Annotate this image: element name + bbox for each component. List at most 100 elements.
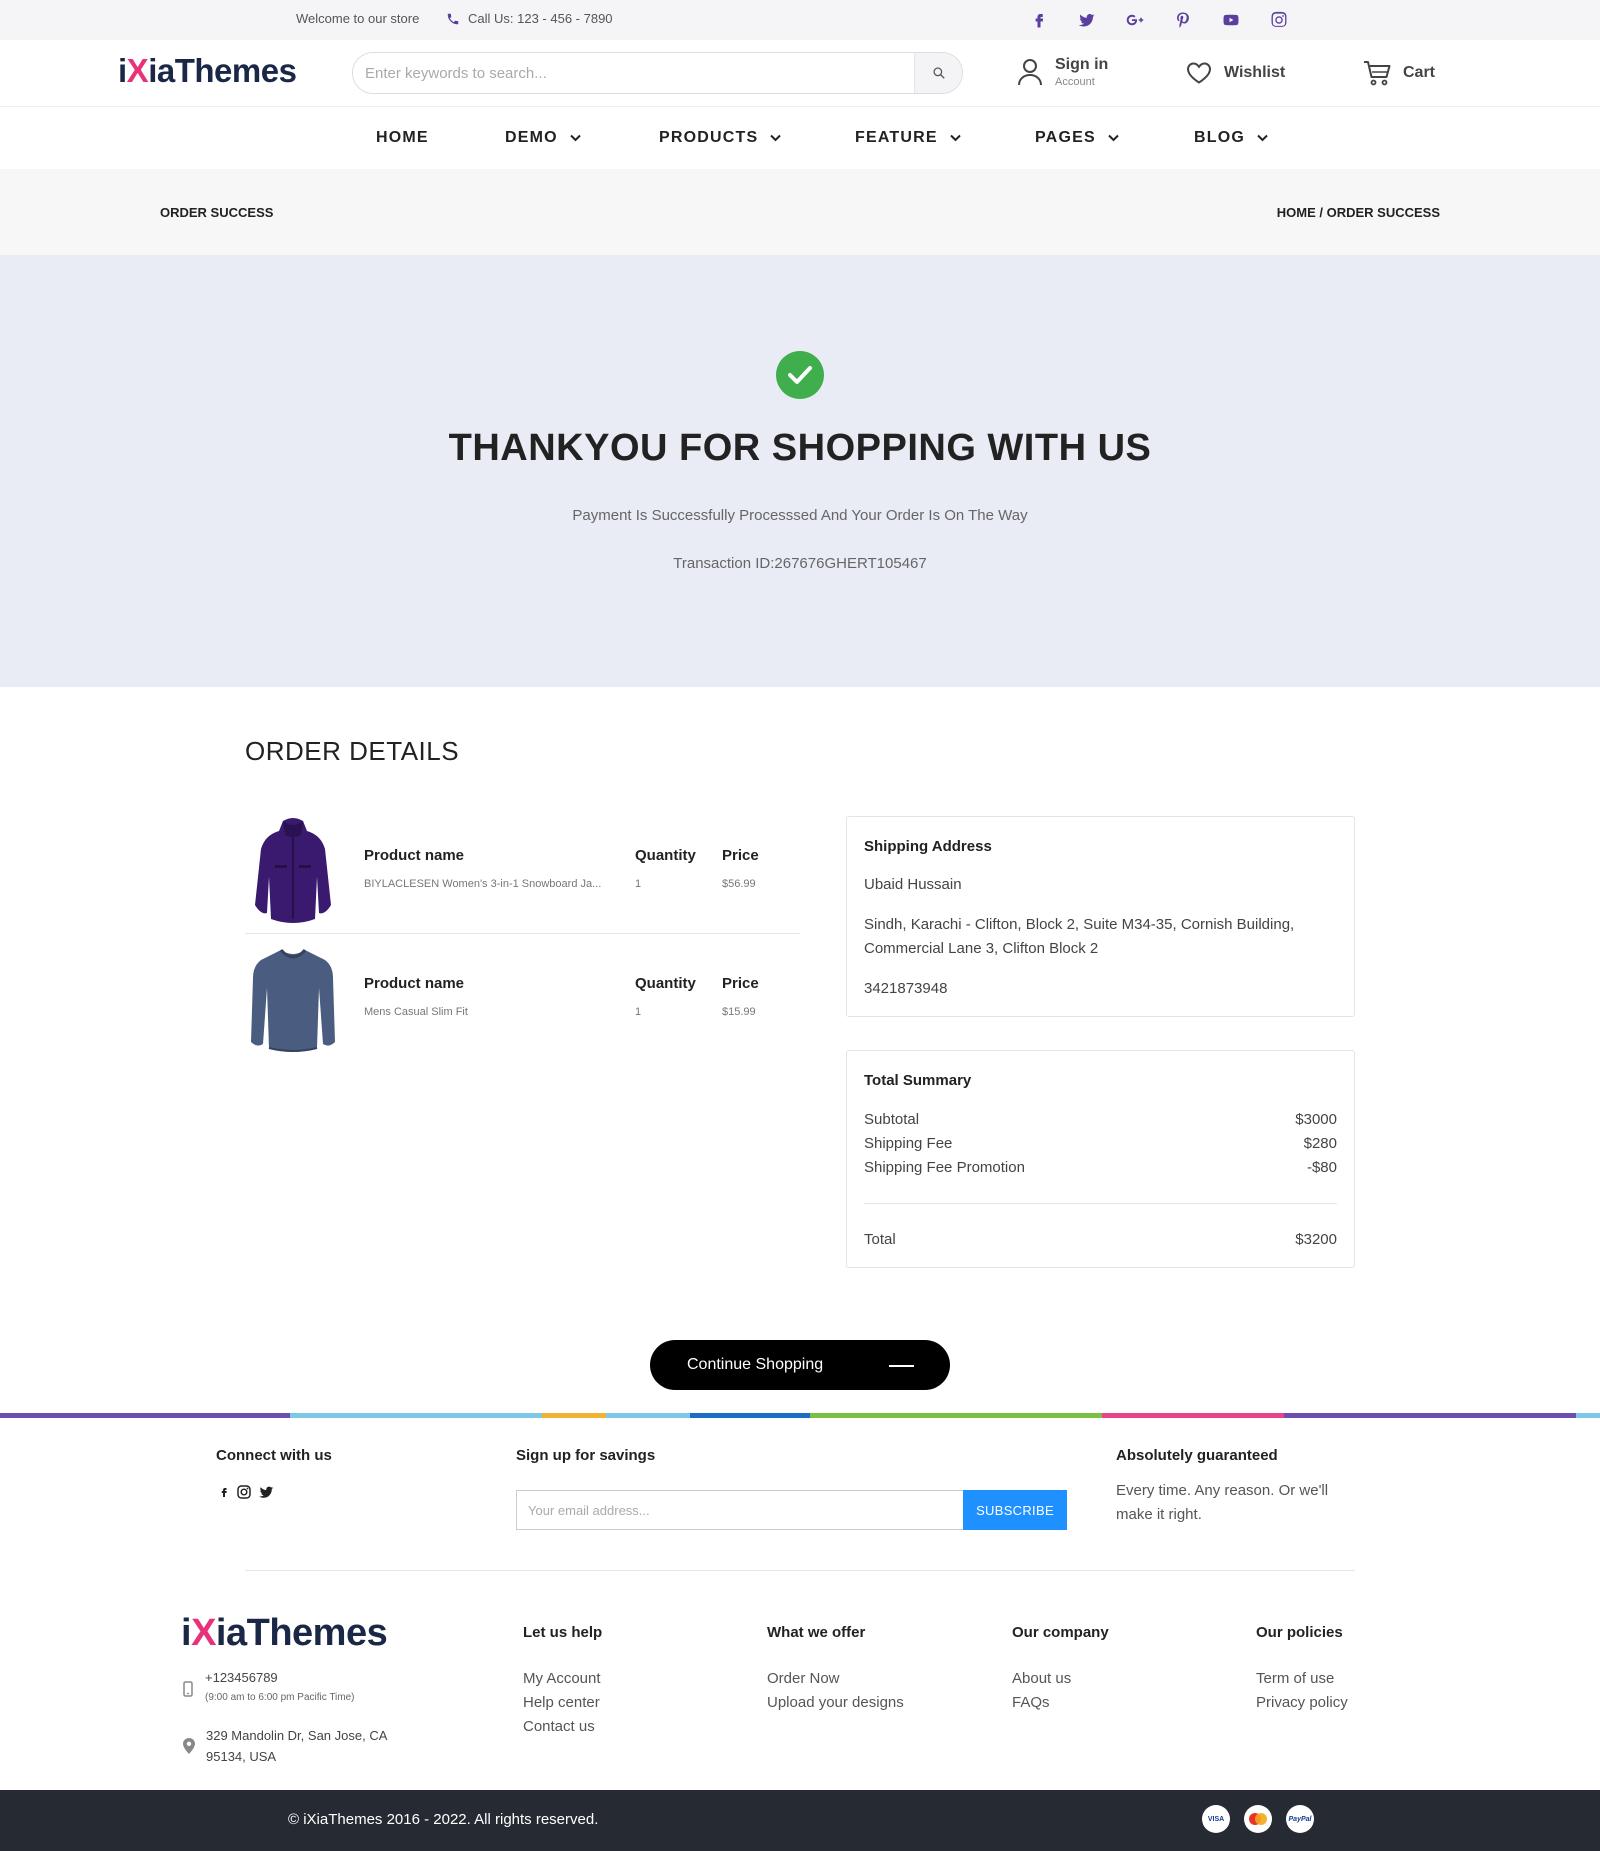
- footer-link[interactable]: Privacy policy: [1256, 1691, 1348, 1715]
- footer-link[interactable]: Term of use: [1256, 1667, 1348, 1691]
- search-bar: [352, 52, 963, 94]
- product-name-col: Product name Mens Casual Slim Fit: [364, 975, 634, 1018]
- signin-label: Sign in: [1055, 56, 1109, 73]
- youtube-icon[interactable]: [1222, 11, 1240, 29]
- footer-links-company: About us FAQs: [1012, 1667, 1071, 1715]
- nav-pages-label: PAGES: [1035, 129, 1096, 146]
- shipping-title: Shipping Address: [864, 838, 992, 855]
- mastercard-icon: [1244, 1805, 1272, 1833]
- facebook-icon[interactable]: [1030, 11, 1048, 29]
- continue-shopping-button[interactable]: Continue Shopping: [650, 1340, 950, 1390]
- nav-pages[interactable]: PAGES: [1035, 129, 1119, 147]
- cart-link[interactable]: Cart: [1363, 60, 1435, 86]
- footer-phone: +123456789: [205, 1670, 278, 1685]
- twitter-icon[interactable]: [258, 1484, 275, 1500]
- footer-bottom-bar: © iXiaThemes 2016 - 2022. All rights res…: [0, 1790, 1600, 1851]
- shipping-address-line1: Sindh, Karachi - Clifton, Block 2, Suite…: [864, 916, 1295, 933]
- footer-link[interactable]: Upload your designs: [767, 1691, 904, 1715]
- nav-feature[interactable]: FEATURE: [855, 129, 961, 147]
- summary-label: Shipping Fee: [864, 1135, 953, 1152]
- cart-label: Cart: [1403, 64, 1436, 81]
- product-name-header: Product name: [364, 975, 465, 992]
- summary-row-subtotal: Subtotal $3000: [864, 1111, 1337, 1128]
- logo-part-rest: iaThemes: [148, 52, 297, 89]
- item-divider: [245, 933, 800, 934]
- arrow-line-icon: [889, 1365, 914, 1367]
- signin-link[interactable]: Sign in Account: [1017, 56, 1108, 88]
- price-col: Price $56.99: [722, 847, 759, 890]
- price-header: Price: [722, 847, 759, 864]
- user-icon: [1018, 59, 1042, 86]
- phone-info: Call Us: 123 - 456 - 7890: [446, 11, 613, 26]
- summary-value: -$80: [1306, 1159, 1337, 1176]
- search-button[interactable]: [914, 53, 962, 93]
- product-name-header: Product name: [364, 847, 465, 864]
- product-image-shirt[interactable]: [245, 944, 341, 1056]
- total-value: $3200: [1295, 1231, 1337, 1248]
- nav-demo[interactable]: DEMO: [505, 129, 581, 147]
- social-links: [1030, 11, 1288, 29]
- breadcrumb-path[interactable]: HOME / ORDER SUCCESS: [1277, 205, 1440, 220]
- order-item: Product name Mens Casual Slim Fit Quanti…: [245, 944, 800, 1056]
- footer-divider: [245, 1570, 1355, 1571]
- instagram-icon[interactable]: [1270, 11, 1288, 29]
- chevron-down-icon: [770, 134, 782, 142]
- mobile-icon: [183, 1681, 193, 1697]
- quantity-header: Quantity: [635, 975, 696, 992]
- wishlist-label: Wishlist: [1224, 64, 1286, 81]
- footer-link[interactable]: About us: [1012, 1667, 1071, 1691]
- wishlist-link[interactable]: Wishlist: [1186, 62, 1285, 84]
- product-quantity: 1: [635, 1006, 642, 1018]
- pinterest-icon[interactable]: [1174, 11, 1192, 29]
- facebook-icon[interactable]: [218, 1484, 230, 1500]
- footer-links-offer: Order Now Upload your designs: [767, 1667, 904, 1715]
- product-name[interactable]: Mens Casual Slim Fit: [364, 1006, 634, 1018]
- main-nav: HOME DEMO PRODUCTS FEATURE PAGES BLOG: [0, 106, 1600, 169]
- summary-value: $3000: [1295, 1111, 1337, 1128]
- quantity-col: Quantity 1: [635, 847, 696, 890]
- paypal-text: PayPal: [1288, 1815, 1312, 1823]
- footer-link[interactable]: Order Now: [767, 1667, 904, 1691]
- logo-part-i: i: [118, 52, 127, 89]
- footer-col-title: Let us help: [523, 1624, 603, 1641]
- signin-text: Sign in Account: [1055, 56, 1108, 88]
- order-item: Product name BIYLACLESEN Women's 3-in-1 …: [245, 815, 800, 927]
- nav-home[interactable]: HOME: [376, 129, 429, 147]
- product-name-col: Product name BIYLACLESEN Women's 3-in-1 …: [364, 847, 634, 890]
- instagram-icon[interactable]: [236, 1484, 252, 1500]
- cart-icon: [1364, 61, 1391, 86]
- summary-row-promotion: Shipping Fee Promotion -$80: [864, 1159, 1337, 1176]
- footer-hours: (9:00 am to 6:00 pm Pacific Time): [205, 1692, 355, 1703]
- logo-part-x: X: [191, 1612, 216, 1654]
- visa-text: VISA: [1207, 1815, 1225, 1823]
- success-title: THANKYOU FOR SHOPPING WITH US: [448, 427, 1152, 469]
- shipping-address-line2: Commercial Lane 3, Clifton Block 2: [864, 940, 1099, 957]
- quantity-col: Quantity 1: [635, 975, 696, 1018]
- twitter-icon[interactable]: [1078, 11, 1096, 29]
- product-name[interactable]: BIYLACLESEN Women's 3-in-1 Snowboard Ja.…: [364, 878, 634, 890]
- check-circle-icon: [776, 351, 824, 399]
- product-price: $15.99: [722, 1006, 756, 1018]
- search-input[interactable]: [353, 53, 915, 93]
- site-logo[interactable]: iXiaThemes: [118, 52, 297, 90]
- footer-link[interactable]: My Account: [523, 1667, 601, 1691]
- summary-label: Shipping Fee Promotion: [864, 1159, 1025, 1176]
- subscribe-button[interactable]: SUBSCRIBE: [963, 1490, 1067, 1530]
- quantity-header: Quantity: [635, 847, 696, 864]
- footer-logo[interactable]: iXiaThemes: [181, 1612, 388, 1655]
- footer-link[interactable]: FAQs: [1012, 1691, 1071, 1715]
- email-field[interactable]: [516, 1490, 963, 1530]
- footer-link[interactable]: Contact us: [523, 1715, 601, 1739]
- product-image-jacket[interactable]: [245, 815, 341, 927]
- nav-blog[interactable]: BLOG: [1194, 129, 1268, 147]
- nav-products[interactable]: PRODUCTS: [659, 129, 782, 147]
- footer-link[interactable]: Help center: [523, 1691, 601, 1715]
- shipping-name: Ubaid Hussain: [864, 876, 962, 893]
- welcome-text: Welcome to our store: [296, 11, 420, 26]
- footer-col-title: Our company: [1012, 1624, 1109, 1641]
- google-plus-icon[interactable]: [1126, 11, 1144, 29]
- summary-divider: [864, 1203, 1337, 1204]
- signin-sublabel: Account: [1055, 76, 1095, 88]
- connect-title: Connect with us: [216, 1447, 332, 1464]
- logo-part-x: X: [126, 52, 149, 89]
